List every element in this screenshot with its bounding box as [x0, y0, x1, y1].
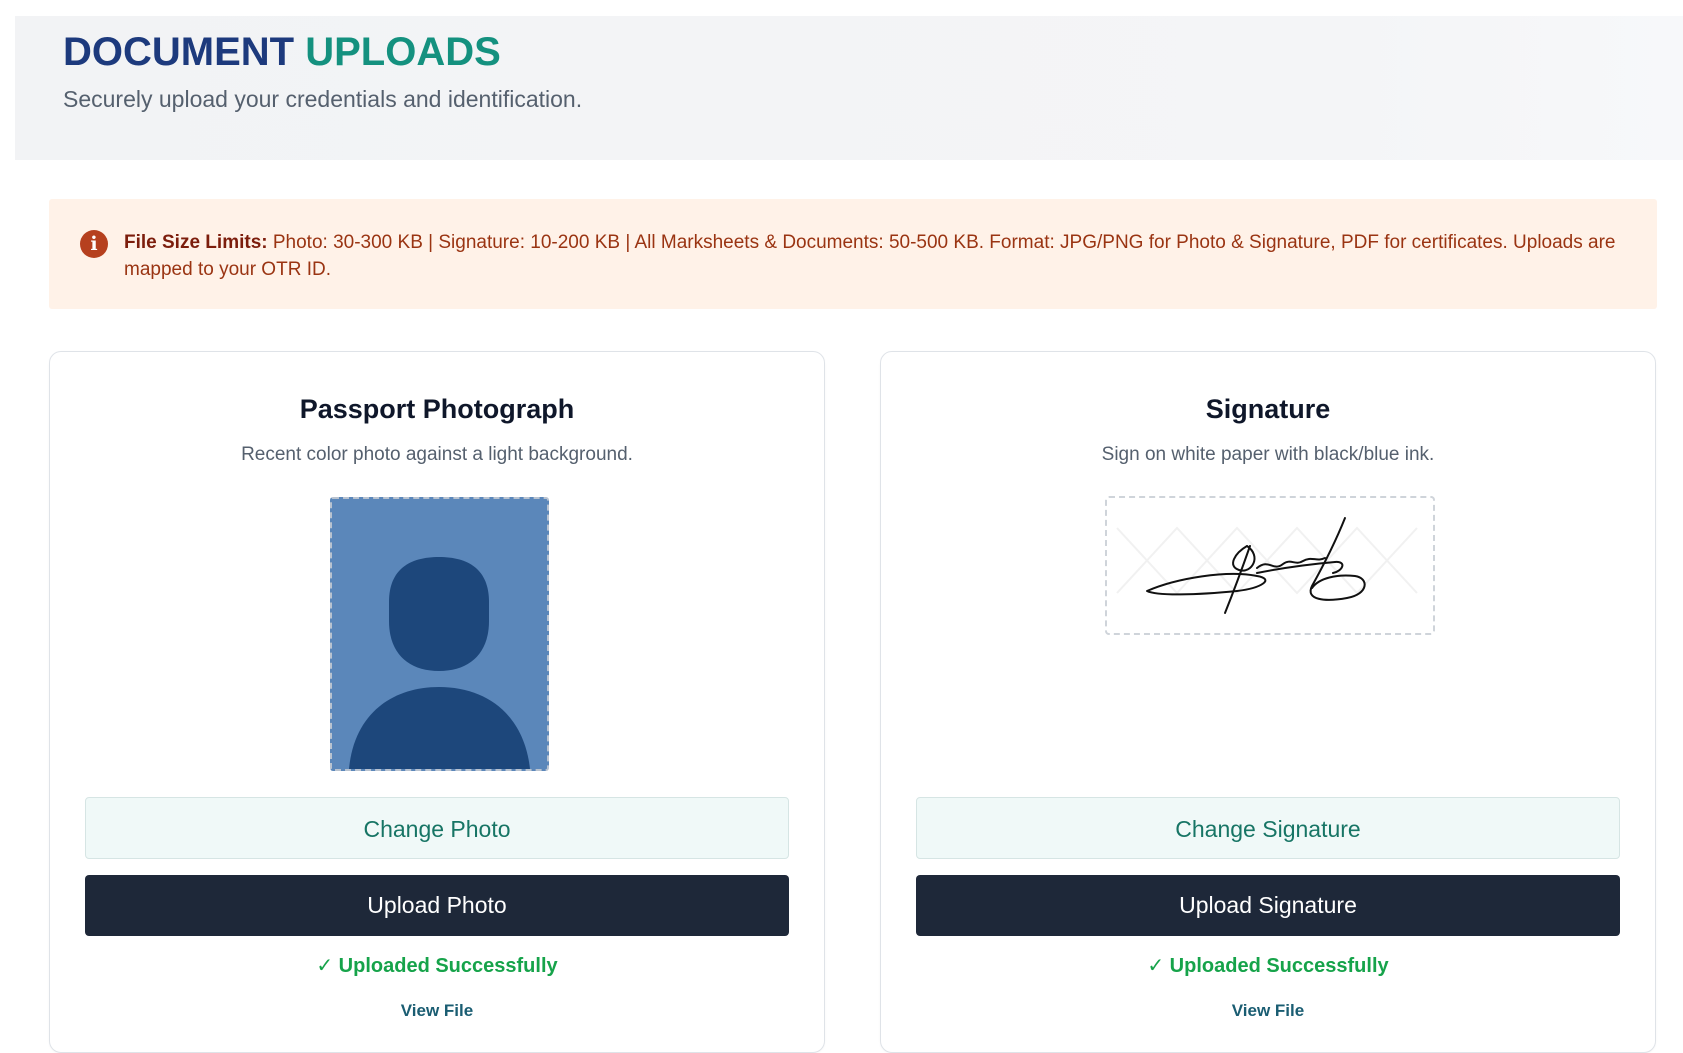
file-size-notice: i File Size Limits: Photo: 30-300 KB | S… [49, 199, 1657, 309]
photo-upload-card: Passport Photograph Recent color photo a… [49, 351, 825, 1053]
page-title-part2: UPLOADS [305, 30, 501, 74]
card-description: Recent color photo against a light backg… [241, 444, 633, 465]
page-title: DOCUMENT UPLOADS [63, 30, 501, 75]
notice-message: File Size Limits: Photo: 30-300 KB | Sig… [124, 229, 1624, 283]
change-signature-button[interactable]: Change Signature [916, 797, 1620, 859]
info-icon: i [80, 230, 108, 258]
view-photo-file-link[interactable]: View File [50, 1001, 824, 1021]
view-signature-file-link[interactable]: View File [881, 1001, 1655, 1021]
signature-image [1116, 517, 1418, 614]
card-title: Passport Photograph [299, 394, 575, 424]
notice-label: File Size Limits: [124, 232, 268, 253]
photo-upload-status: ✓ Uploaded Successfully [316, 955, 558, 977]
signature-upload-status: ✓ Uploaded Successfully [1147, 955, 1389, 977]
notice-text: Photo: 30-300 KB | Signature: 10-200 KB … [124, 232, 1616, 280]
upload-signature-button[interactable]: Upload Signature [916, 875, 1620, 936]
page-header: DOCUMENT UPLOADS Securely upload your cr… [15, 16, 1683, 160]
photo-preview [330, 497, 549, 771]
person-silhouette-icon [332, 499, 547, 769]
change-photo-button[interactable]: Change Photo [85, 797, 789, 859]
signature-upload-card: Signature Sign on white paper with black… [880, 351, 1656, 1053]
page-title-part1: DOCUMENT [63, 30, 295, 74]
card-title: Signature [1205, 394, 1331, 424]
upload-photo-button[interactable]: Upload Photo [85, 875, 789, 936]
signature-preview [1105, 496, 1435, 635]
page-subtitle: Securely upload your credentials and ide… [63, 86, 583, 112]
card-description: Sign on white paper with black/blue ink. [1101, 444, 1435, 465]
